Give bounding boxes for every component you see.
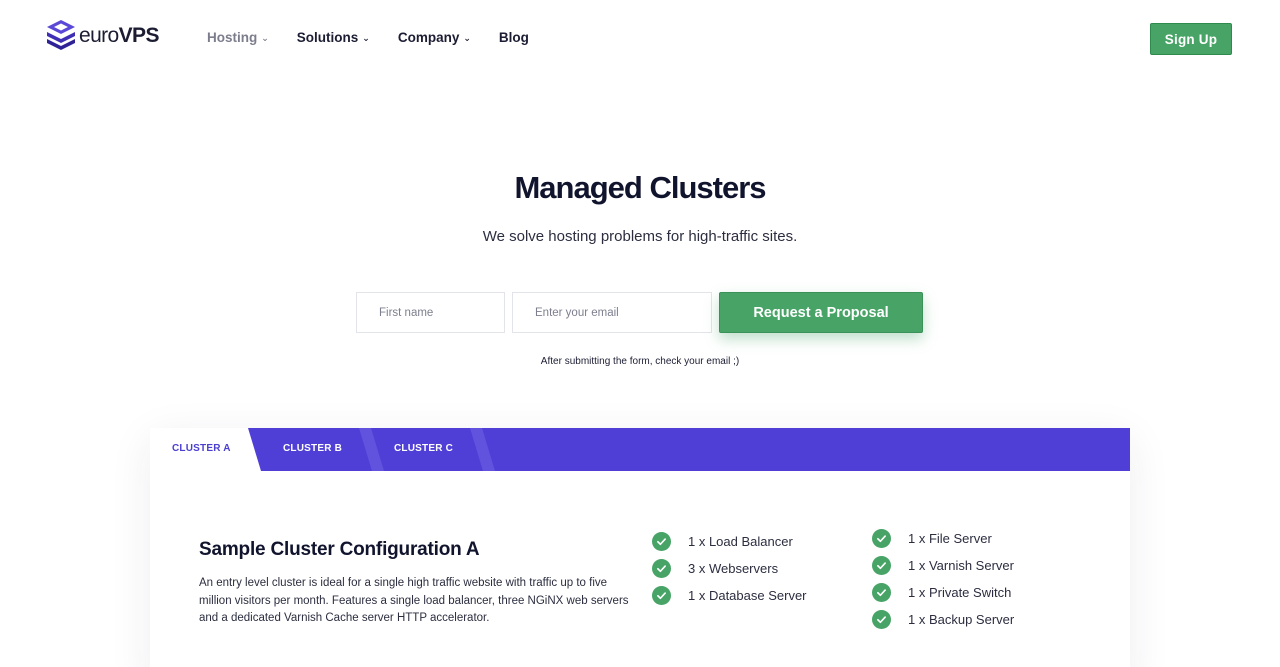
- tab-cluster-a[interactable]: CLUSTER A: [172, 443, 231, 454]
- feature-label: 3 x Webservers: [688, 561, 779, 576]
- cluster-title: Sample Cluster Configuration A: [199, 539, 480, 560]
- feature-label: 1 x Database Server: [688, 588, 807, 603]
- email-input[interactable]: [512, 292, 712, 333]
- nav-label: Solutions: [296, 30, 359, 45]
- feature-label: 1 x Backup Server: [908, 612, 1015, 627]
- check-circle-icon: [872, 529, 891, 548]
- check-circle-icon: [872, 583, 891, 602]
- feature-item: 1 x Private Switch: [872, 579, 1014, 606]
- feature-list-left: 1 x Load Balancer 3 x Webservers 1 x Dat…: [652, 528, 807, 609]
- feature-label: 1 x Varnish Server: [908, 558, 1014, 573]
- check-circle-icon: [652, 559, 671, 578]
- page-subtitle: We solve hosting problems for high-traff…: [482, 228, 798, 245]
- nav-label: Company: [397, 30, 460, 45]
- request-proposal-button[interactable]: Request a Proposal: [719, 292, 923, 333]
- chevron-down-icon: ⌄: [362, 33, 370, 43]
- chevron-down-icon: ⌄: [261, 33, 269, 43]
- feature-item: 1 x Backup Server: [872, 606, 1014, 633]
- feature-label: 1 x Private Switch: [908, 585, 1012, 600]
- feature-item: 1 x Load Balancer: [652, 528, 807, 555]
- feature-item: 1 x File Server: [872, 525, 1014, 552]
- sign-up-button[interactable]: Sign Up: [1150, 23, 1232, 55]
- check-circle-icon: [872, 556, 891, 575]
- check-circle-icon: [872, 610, 891, 629]
- feature-list-right: 1 x File Server 1 x Varnish Server 1 x P…: [872, 525, 1014, 633]
- stacked-layers-icon: [47, 20, 75, 51]
- tab-cluster-c[interactable]: CLUSTER C: [394, 443, 453, 454]
- feature-item: 1 x Varnish Server: [872, 552, 1014, 579]
- form-note: After submitting the form, check your em…: [540, 356, 740, 367]
- feature-label: 1 x File Server: [908, 531, 992, 546]
- nav-solutions[interactable]: Solutions ⌄: [297, 30, 370, 45]
- feature-label: 1 x Load Balancer: [688, 534, 793, 549]
- site-header: euroVPS Hosting ⌄ Solutions ⌄ Company ⌄ …: [0, 0, 1280, 78]
- brand-logo[interactable]: euroVPS: [47, 20, 159, 51]
- nav-blog[interactable]: Blog: [499, 30, 529, 45]
- chevron-down-icon: ⌄: [463, 33, 471, 43]
- nav-company[interactable]: Company ⌄: [398, 30, 471, 45]
- first-name-input[interactable]: [356, 292, 505, 333]
- feature-item: 1 x Database Server: [652, 582, 807, 609]
- check-circle-icon: [652, 586, 671, 605]
- nav-label: Blog: [498, 30, 529, 45]
- main-nav: Hosting ⌄ Solutions ⌄ Company ⌄ Blog: [207, 30, 557, 45]
- tab-cluster-b[interactable]: CLUSTER B: [283, 443, 342, 454]
- check-circle-icon: [652, 532, 671, 551]
- cluster-tabs: CLUSTER A CLUSTER B CLUSTER C: [150, 428, 1130, 471]
- nav-label: Hosting: [207, 30, 258, 45]
- cluster-description: An entry level cluster is ideal for a si…: [199, 577, 629, 624]
- nav-hosting[interactable]: Hosting ⌄: [207, 30, 269, 45]
- feature-item: 3 x Webservers: [652, 555, 807, 582]
- page-title: Managed Clusters: [514, 170, 766, 205]
- cluster-panel: CLUSTER A CLUSTER B CLUSTER C Sample Clu…: [150, 428, 1130, 667]
- brand-name: euroVPS: [79, 24, 159, 47]
